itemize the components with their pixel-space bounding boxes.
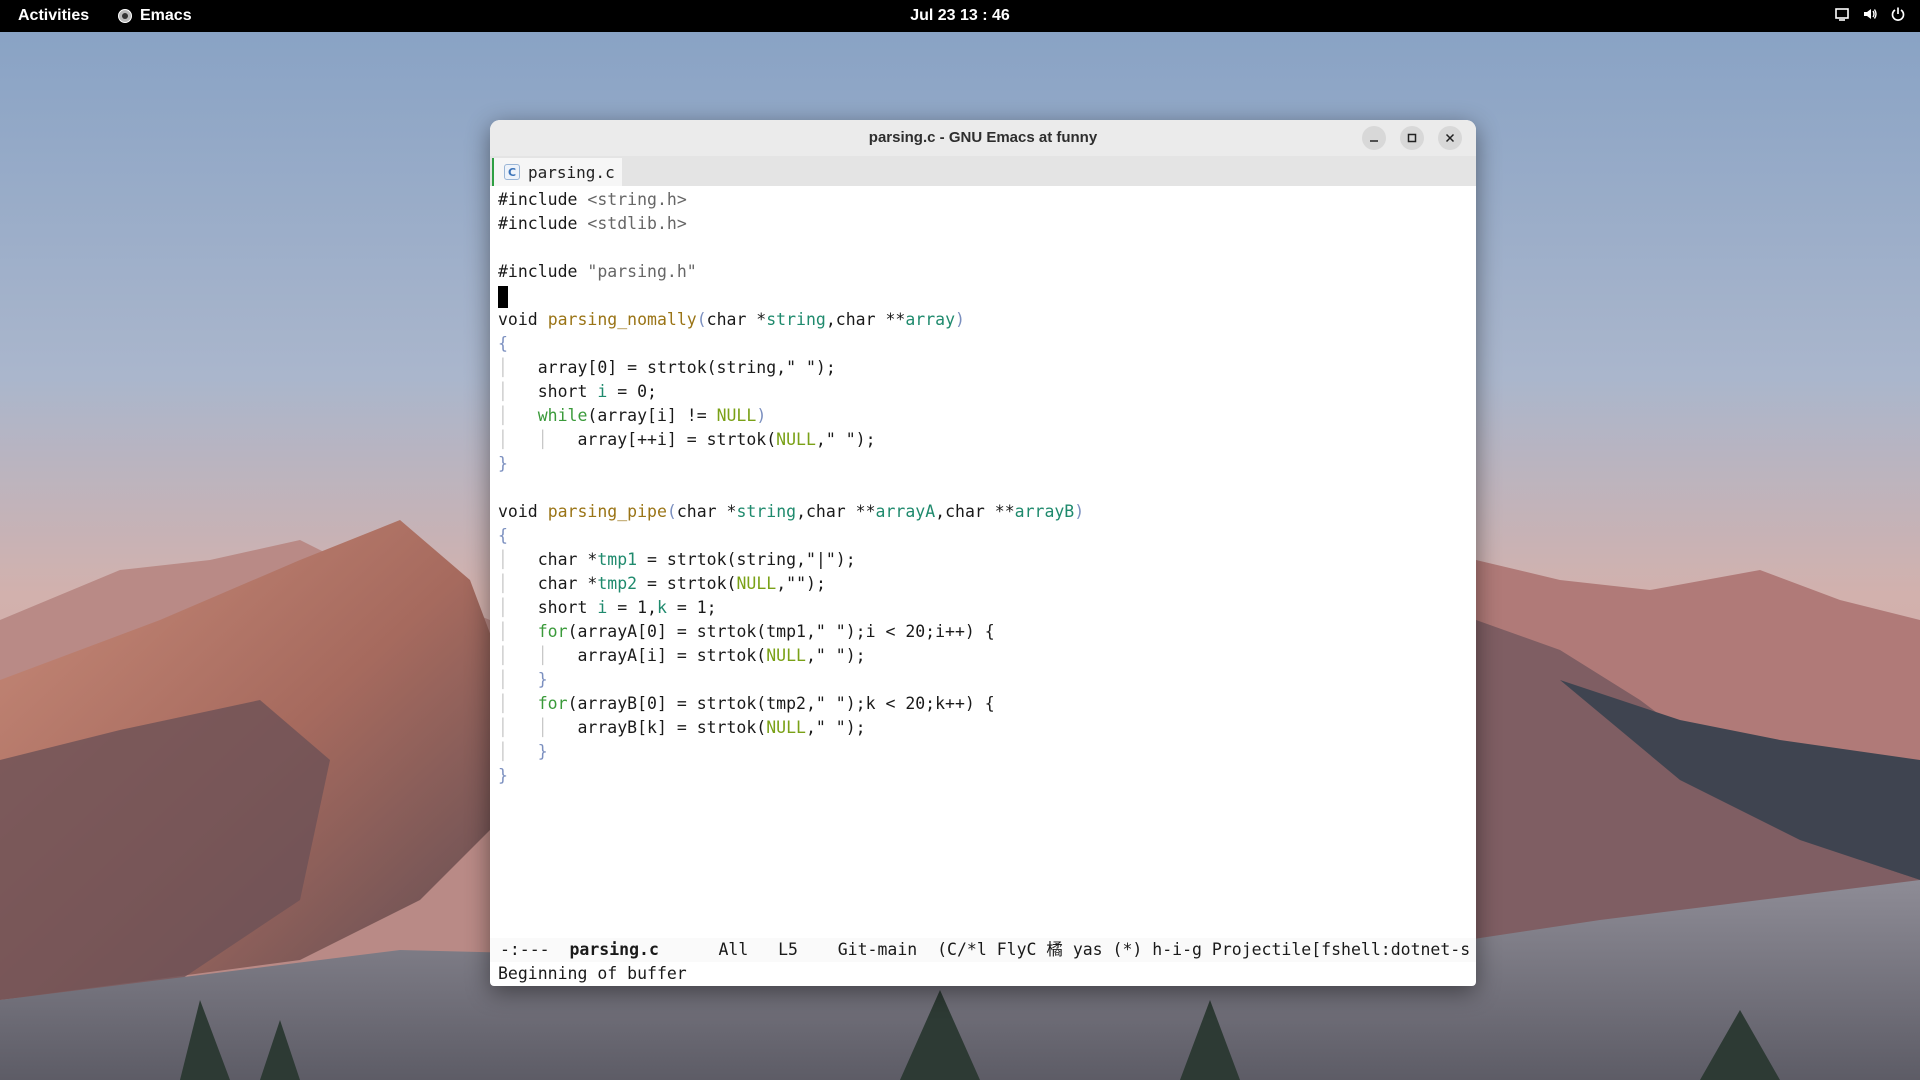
code-line: │ } bbox=[498, 670, 548, 689]
tab-bar: C parsing.c bbox=[490, 156, 1476, 186]
emacs-app-icon bbox=[118, 9, 132, 23]
code-line: │ } bbox=[498, 742, 548, 761]
code-editor[interactable]: #include <string.h> #include <stdlib.h> … bbox=[498, 188, 1468, 888]
code-line: │ for(arrayB[0] = strtok(tmp2," ");k < 2… bbox=[498, 694, 995, 713]
clock[interactable]: Jul 23 13 : 46 bbox=[910, 7, 1010, 24]
code-line: { bbox=[498, 526, 508, 545]
code-line: { bbox=[498, 334, 508, 353]
close-icon bbox=[1445, 133, 1455, 143]
maximize-icon bbox=[1407, 133, 1417, 143]
code-line: │ char *tmp1 = strtok(string,"|"); bbox=[498, 550, 856, 569]
modeline-buffer-name[interactable]: parsing.c bbox=[569, 940, 658, 959]
code-line: │ short i = 0; bbox=[498, 382, 657, 401]
echo-area: Beginning of buffer bbox=[498, 964, 687, 983]
code-line: │ │ arrayA[i] = strtok(NULL," "); bbox=[498, 646, 866, 665]
mode-line[interactable]: -:--- parsing.c All L5 Git-main (C/*l Fl… bbox=[490, 938, 1476, 962]
minimize-icon bbox=[1370, 140, 1378, 142]
app-menu[interactable]: Emacs bbox=[118, 7, 192, 25]
code-line: #include <string.h> bbox=[498, 190, 687, 209]
code-line: #include <stdlib.h> bbox=[498, 214, 687, 233]
code-line: void parsing_nomally(char *string,char *… bbox=[498, 310, 965, 329]
close-button[interactable] bbox=[1438, 126, 1462, 150]
top-bar: Activities Emacs Jul 23 13 : 46 bbox=[0, 0, 1920, 32]
code-line: │ │ arrayB[k] = strtok(NULL," "); bbox=[498, 718, 866, 737]
volume-icon[interactable] bbox=[1862, 6, 1878, 22]
code-line bbox=[498, 284, 1468, 308]
system-tray[interactable] bbox=[1834, 6, 1906, 22]
text-cursor bbox=[498, 285, 508, 308]
power-icon[interactable] bbox=[1890, 6, 1906, 22]
app-menu-label: Emacs bbox=[140, 7, 192, 24]
modeline-status: -:--- bbox=[499, 940, 550, 959]
modeline-position: All bbox=[718, 940, 749, 959]
modeline-modes[interactable]: (C/*l FlyC 橘 yas (*) h-i-g Projectile[fs… bbox=[937, 940, 1470, 959]
minimize-button[interactable] bbox=[1362, 126, 1386, 150]
code-line: │ while(array[i] != NULL) bbox=[498, 406, 767, 425]
code-line: void parsing_pipe(char *string,char **ar… bbox=[498, 502, 1085, 521]
code-line: │ char *tmp2 = strtok(NULL,""); bbox=[498, 574, 826, 593]
code-line: │ short i = 1,k = 1; bbox=[498, 598, 717, 617]
code-line: │ │ array[++i] = strtok(NULL," "); bbox=[498, 430, 876, 449]
tab-label: parsing.c bbox=[528, 162, 615, 182]
maximize-button[interactable] bbox=[1400, 126, 1424, 150]
modeline-line: L5 bbox=[778, 940, 798, 959]
code-line: │ for(arrayA[0] = strtok(tmp1," ");i < 2… bbox=[498, 622, 995, 641]
window-title: parsing.c - GNU Emacs at funny bbox=[868, 129, 1098, 146]
tab-parsing-c[interactable]: C parsing.c bbox=[492, 158, 622, 186]
modeline-vc[interactable]: Git-main bbox=[838, 940, 917, 959]
code-line: } bbox=[498, 766, 508, 785]
code-line: #include "parsing.h" bbox=[498, 262, 697, 281]
code-line: } bbox=[498, 454, 508, 473]
screen-icon[interactable] bbox=[1834, 6, 1850, 22]
clock-container: Jul 23 13 : 46 bbox=[0, 7, 1920, 25]
window-titlebar[interactable]: parsing.c - GNU Emacs at funny bbox=[490, 120, 1476, 156]
emacs-window[interactable]: parsing.c - GNU Emacs at funny C parsing… bbox=[490, 120, 1476, 986]
code-line: │ array[0] = strtok(string," "); bbox=[498, 358, 836, 377]
activities-button[interactable]: Activities bbox=[18, 7, 89, 25]
c-file-icon: C bbox=[504, 164, 520, 180]
